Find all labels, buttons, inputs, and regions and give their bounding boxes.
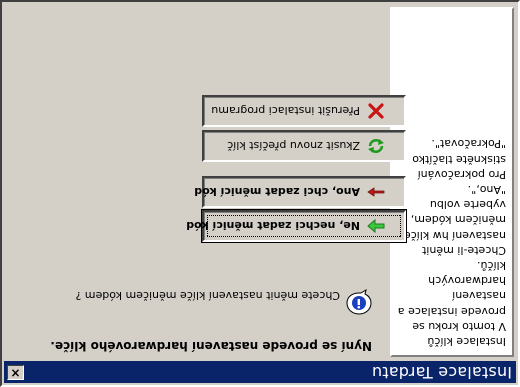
- no-code-button[interactable]: Ne, nechci zadat měnicí kód: [186, 209, 407, 243]
- question-text: Chcete měnit nastavení klíče měničem kód…: [75, 289, 340, 302]
- sidebar-help-panel: Instalace klíčů V tomto kroku se provede…: [390, 7, 514, 357]
- close-icon: ×: [10, 366, 21, 380]
- title-bar[interactable]: Instalace Tardatu ×: [4, 361, 516, 383]
- page-heading: Nyní se provede nastavení hardwarového k…: [50, 339, 372, 353]
- retry-read-button-label: Zkusit znovu přečíst klíč: [227, 139, 360, 153]
- green-arrow-icon: [366, 218, 386, 234]
- yes-code-button[interactable]: Ano, chci zadat měnicí kód: [194, 176, 406, 208]
- red-x-icon: [366, 103, 386, 119]
- retry-read-button[interactable]: Zkusit znovu přečíst klíč: [202, 130, 406, 162]
- installer-window: Instalace Tardatu × Instalace klíčů V to…: [0, 0, 520, 387]
- info-icon: [346, 289, 372, 315]
- red-arrow-icon: [366, 184, 386, 200]
- abort-install-button[interactable]: Přerušit instalaci programu: [202, 95, 406, 127]
- refresh-icon: [366, 138, 386, 154]
- yes-code-button-label: Ano, chci zadat měnicí kód: [194, 185, 360, 199]
- sidebar-help-text: Instalace klíčů V tomto kroku se provede…: [397, 137, 506, 348]
- abort-install-button-label: Přerušit instalaci programu: [211, 104, 360, 118]
- no-code-button-label: Ne, nechci zadat měnicí kód: [186, 219, 360, 233]
- close-button[interactable]: ×: [7, 365, 24, 380]
- window-title: Instalace Tardatu: [371, 363, 512, 382]
